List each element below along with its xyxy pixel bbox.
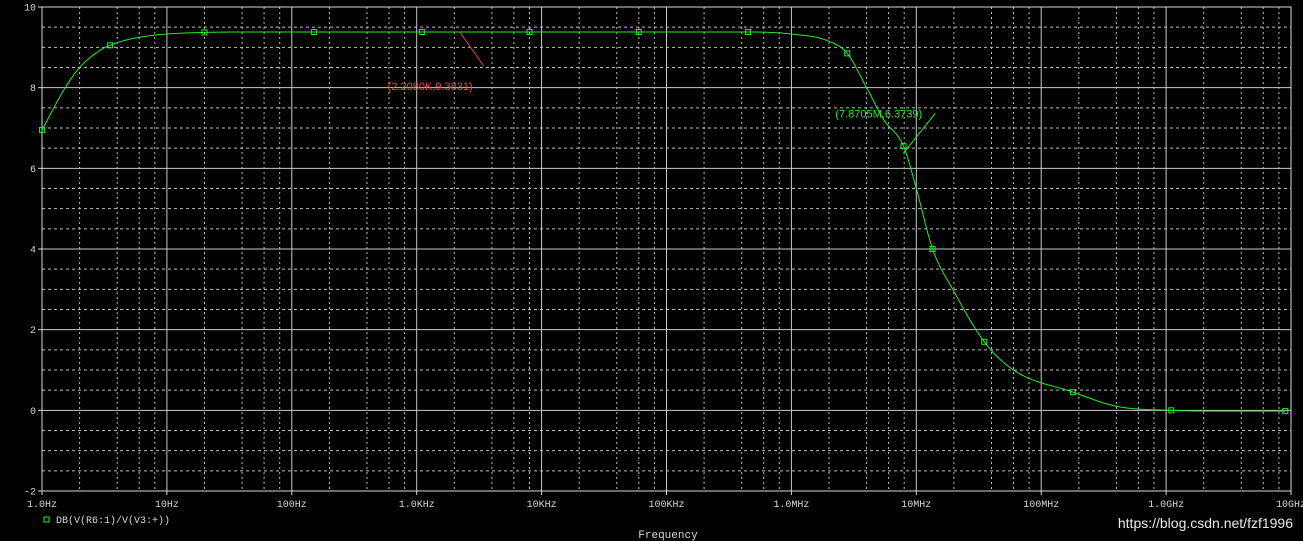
cursor-annotations: (2.2080K,9.3831) (7.8705M,6.3739) xyxy=(388,31,936,154)
watermark: https://blog.csdn.net/fzf1996 xyxy=(1117,515,1293,531)
x-tick-label: 10GHz xyxy=(1276,500,1303,511)
x-tick-label: 10KHz xyxy=(527,500,557,511)
legend-label: DB(V(R6:1)/V(V3:+)) xyxy=(56,515,170,527)
x-tick-label: 100MHz xyxy=(1023,500,1059,511)
y-tick-label: 2 xyxy=(30,326,36,337)
x-tick-label: 1.0KHz xyxy=(399,500,435,511)
x-tick-label: 1.0MHz xyxy=(773,500,809,511)
annotation-leader xyxy=(459,31,485,67)
y-tick-label: 4 xyxy=(30,246,36,257)
grid xyxy=(42,7,1291,491)
y-tick-label: -2 xyxy=(24,488,36,499)
x-tick-label: 1.0GHz xyxy=(1148,500,1184,511)
x-tick-label: 100KHz xyxy=(648,500,684,511)
cursor-annotation: (7.8705M,6.3739) xyxy=(835,108,922,120)
y-tick-label: 6 xyxy=(30,165,36,176)
gain-curve xyxy=(41,31,1286,412)
x-axis-ticks: 1.0Hz 10Hz 100Hz 1.0KHz 10KHz 100KHz 1.0MHz 10M… xyxy=(27,491,1303,511)
x-tick-label: 100Hz xyxy=(277,500,307,511)
y-tick-label: 10 xyxy=(24,4,36,15)
y-tick-label: 8 xyxy=(30,84,36,95)
bode-plot: 10 8 6 4 2 0 -2 1.0Hz 10Hz 100Hz 1.0KHz 10KHz 100KH… xyxy=(24,4,1303,541)
x-tick-label: 1.0Hz xyxy=(27,500,57,511)
x-tick-label: 10MHz xyxy=(901,500,931,511)
x-tick-label: 10Hz xyxy=(155,500,179,511)
legend-marker-icon xyxy=(43,516,50,523)
cursor-annotation: (2.2080K,9.3831) xyxy=(388,81,473,93)
y-axis-ticks: 10 8 6 4 2 0 -2 xyxy=(24,4,42,499)
x-axis-label: Frequency xyxy=(638,530,698,541)
y-tick-label: 0 xyxy=(30,407,36,418)
curve-markers xyxy=(39,29,1289,415)
